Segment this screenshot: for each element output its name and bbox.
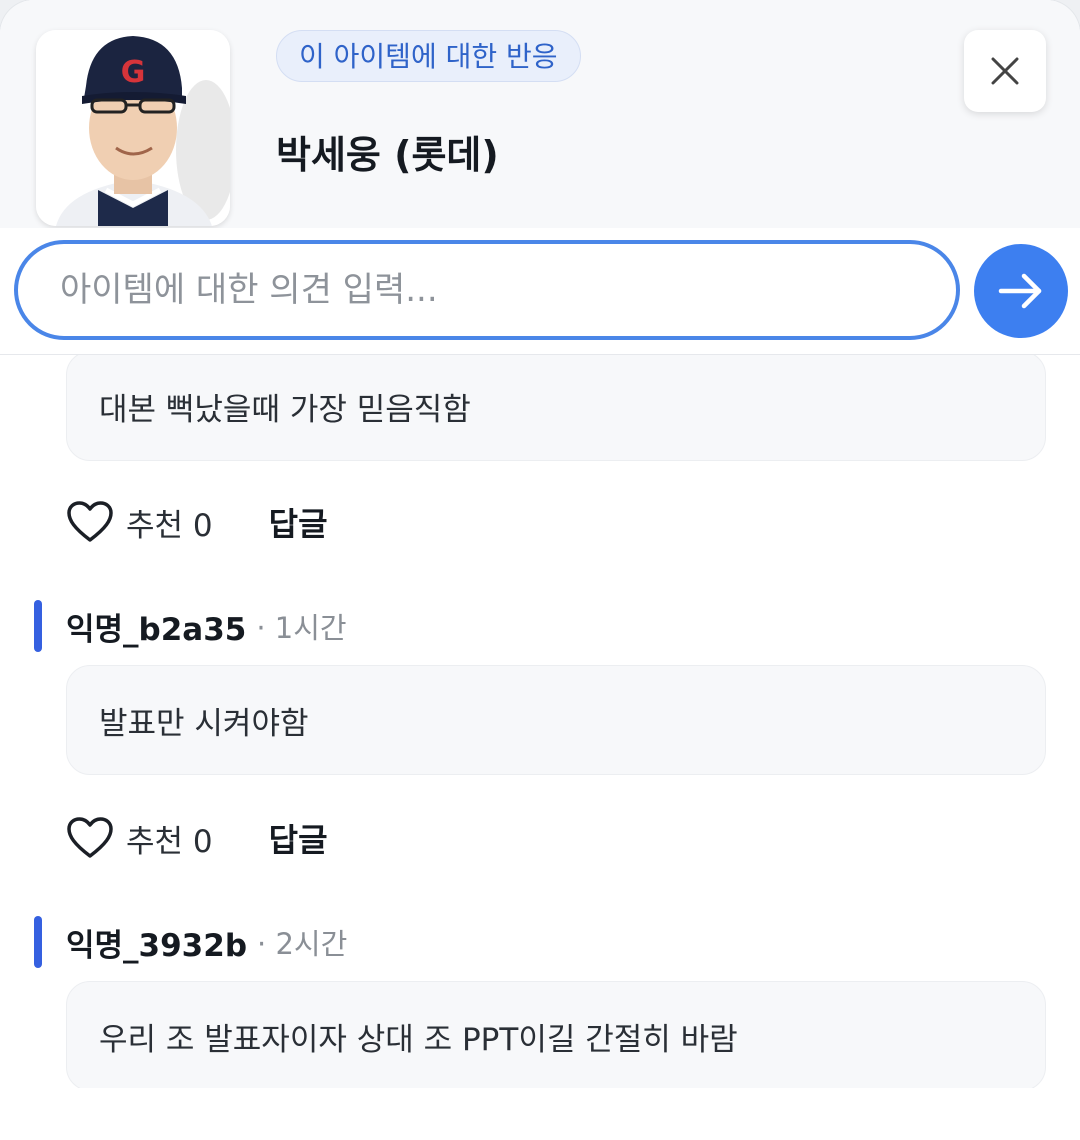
comment-body: 우리 조 발표자이자 상대 조 PPT이길 간절히 바람 xyxy=(66,981,1046,1088)
close-button[interactable] xyxy=(964,30,1046,112)
like-button[interactable]: 추천 0 xyxy=(66,816,213,861)
comment-actions: 추천 0 답글 xyxy=(66,813,328,863)
sheet-header: G 이 아이템에 대한 반응 박세웅 (롯데) xyxy=(0,0,1080,228)
author-accent-bar xyxy=(34,600,42,652)
like-count: 추천 0 xyxy=(126,823,213,860)
comment-composer xyxy=(0,228,1080,355)
comment-input[interactable] xyxy=(14,240,960,340)
like-button[interactable]: 추천 0 xyxy=(66,500,213,545)
heart-icon xyxy=(67,501,113,542)
player-photo: G xyxy=(36,30,230,226)
close-icon xyxy=(991,57,1019,85)
comment-time: · 2시간 xyxy=(257,927,348,961)
author-accent-bar xyxy=(34,916,42,968)
reply-button[interactable]: 답글 xyxy=(269,499,328,545)
comment-author-row: 익명_b2a35 · 1시간 xyxy=(34,600,347,652)
comment-author-row: 익명_3932b · 2시간 xyxy=(34,916,347,968)
author-name: 익명_b2a35 xyxy=(66,611,247,648)
item-title: 박세웅 (롯데) xyxy=(276,133,499,177)
comment-time: · 1시간 xyxy=(256,611,347,645)
player-thumbnail: G xyxy=(36,30,230,226)
reaction-sheet: G 이 아이템에 대한 반응 박세웅 (롯데) 대본 뻑났 xyxy=(0,0,1080,1140)
author-name: 익명_3932b xyxy=(66,927,248,964)
cap-logo: G xyxy=(121,55,146,90)
comment-feed[interactable]: 대본 뻑났을때 가장 믿음직함 추천 0 답글 익명_b2a35 · 1시간 발… xyxy=(0,355,1080,1088)
heart-icon xyxy=(67,817,113,858)
reply-button[interactable]: 답글 xyxy=(269,815,328,861)
comment-actions: 추천 0 답글 xyxy=(66,497,328,547)
send-button[interactable] xyxy=(974,244,1068,338)
like-count: 추천 0 xyxy=(126,507,213,544)
reaction-chip: 이 아이템에 대한 반응 xyxy=(276,30,581,82)
comment-body: 발표만 시켜야함 xyxy=(66,665,1046,775)
comment-body: 대본 뻑났을때 가장 믿음직함 xyxy=(66,355,1046,461)
send-arrow-icon xyxy=(998,273,1042,309)
